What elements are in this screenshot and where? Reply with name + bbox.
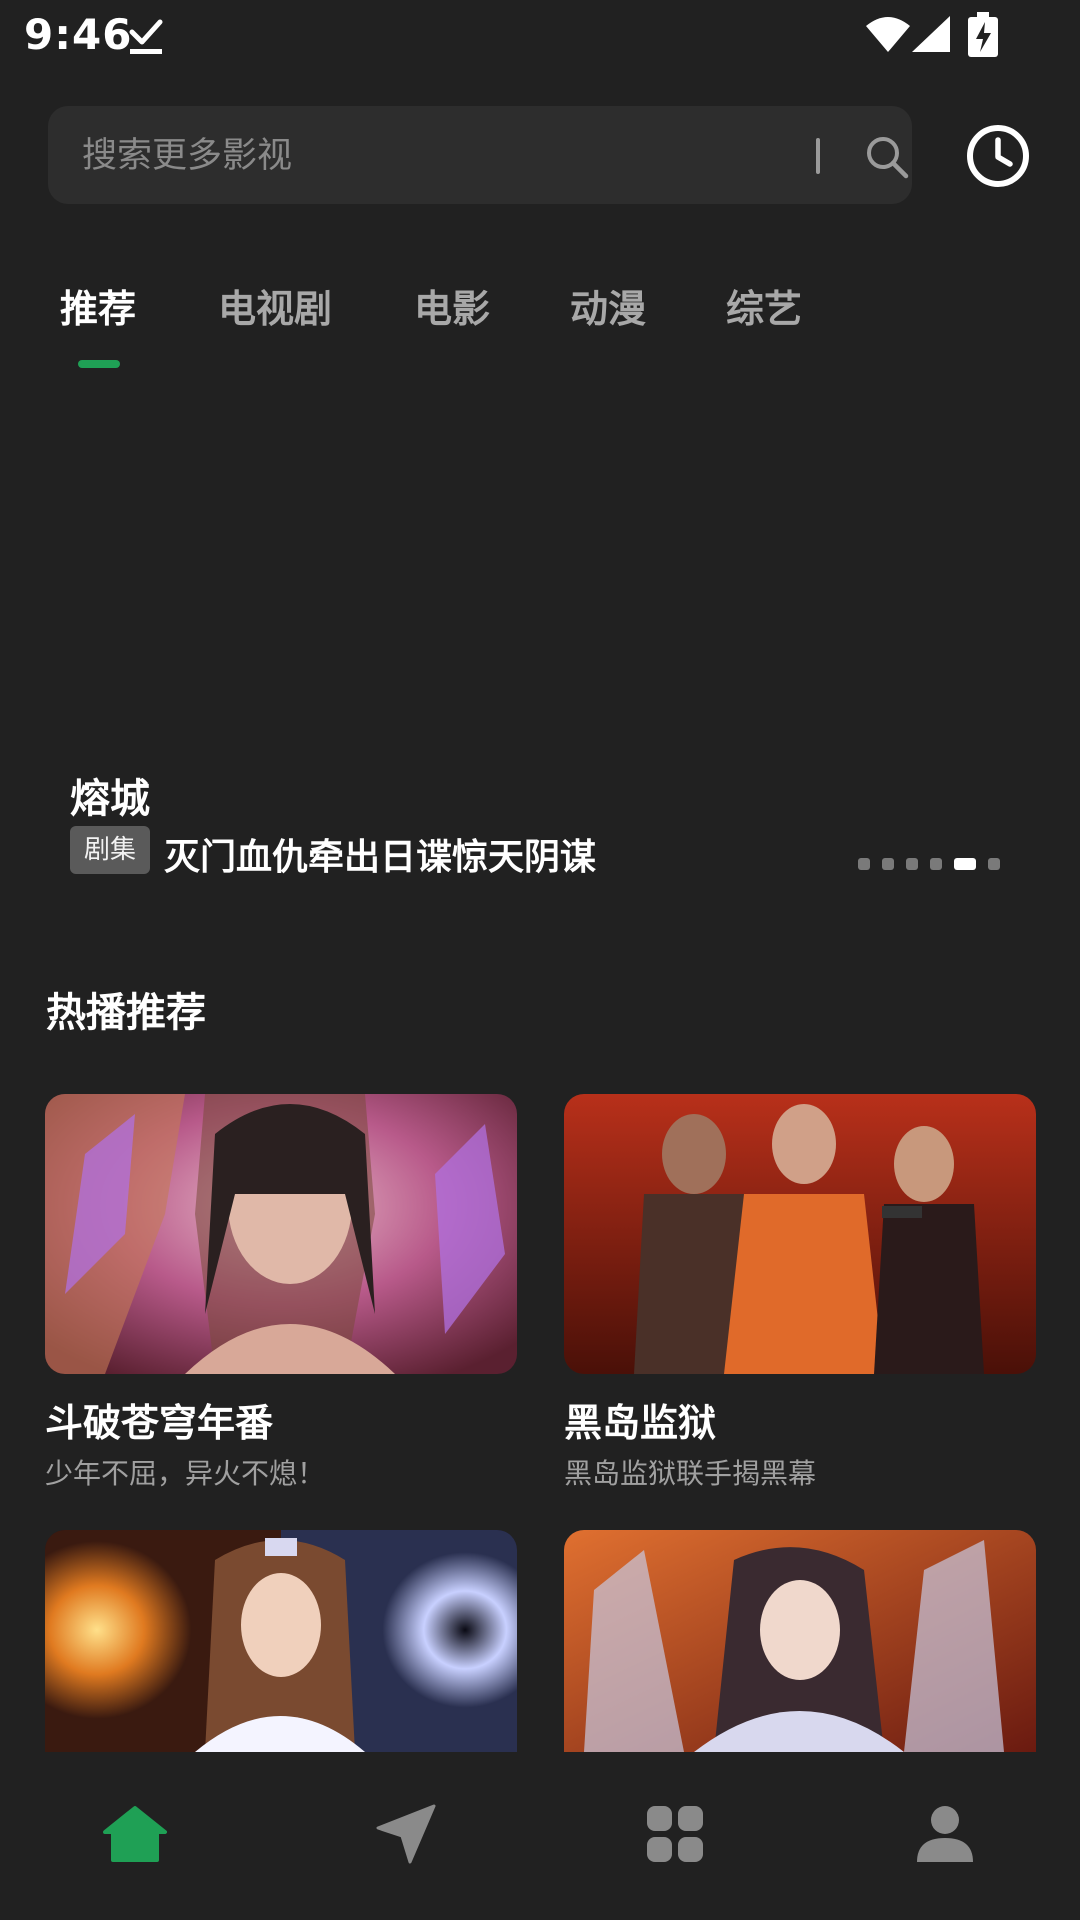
video-poster bbox=[564, 1094, 1036, 1374]
video-poster bbox=[45, 1094, 517, 1374]
signal-icon bbox=[912, 16, 950, 52]
profile-icon[interactable] bbox=[913, 1802, 977, 1866]
video-card[interactable] bbox=[45, 1530, 517, 1752]
tab-tv-series[interactable]: 电视剧 bbox=[218, 278, 332, 333]
tab-recommend[interactable]: 推荐 bbox=[60, 278, 136, 333]
video-poster bbox=[564, 1530, 1036, 1752]
home-icon[interactable] bbox=[103, 1802, 167, 1866]
home-screen: 9:46 推荐 电视剧 电影 动漫 综艺 bbox=[0, 0, 1080, 1920]
tab-variety[interactable]: 综艺 bbox=[726, 278, 802, 333]
send-icon[interactable] bbox=[374, 1802, 438, 1866]
search-input[interactable] bbox=[82, 130, 762, 182]
wifi-icon bbox=[866, 17, 910, 52]
banner-dot bbox=[988, 858, 1000, 870]
text-cursor bbox=[816, 138, 820, 174]
video-card[interactable]: 黑岛监狱 黑岛监狱联手揭黑幕 bbox=[564, 1094, 1036, 1494]
status-time: 9:46 bbox=[24, 10, 133, 59]
featured-banner[interactable]: 熔城 剧集 灭门血仇牵出日谍惊天阴谋 bbox=[0, 380, 1080, 900]
banner-title: 熔城 bbox=[70, 776, 150, 822]
tab-indicator bbox=[78, 360, 120, 368]
download-done-icon bbox=[129, 19, 163, 54]
banner-dot bbox=[882, 858, 894, 870]
banner-dot bbox=[930, 858, 942, 870]
tab-movies[interactable]: 电影 bbox=[414, 278, 490, 333]
banner-type-badge: 剧集 bbox=[70, 826, 151, 874]
history-clock-icon[interactable] bbox=[964, 122, 1032, 190]
banner-dot bbox=[906, 858, 918, 870]
category-tabs: 推荐 电视剧 电影 动漫 综艺 bbox=[0, 270, 1080, 380]
video-card[interactable]: 斗破苍穹年番 少年不屈，异火不熄！ bbox=[45, 1094, 517, 1494]
video-card[interactable] bbox=[564, 1530, 1036, 1752]
banner-dot bbox=[858, 858, 870, 870]
banner-dot-active bbox=[954, 858, 976, 870]
tab-anime[interactable]: 动漫 bbox=[570, 278, 646, 333]
video-title: 斗破苍穹年番 bbox=[45, 1401, 274, 1445]
battery-charging-icon bbox=[968, 12, 998, 57]
status-bar: 9:46 bbox=[0, 0, 1080, 72]
banner-description: 灭门血仇牵出日谍惊天阴谋 bbox=[164, 837, 597, 878]
video-title: 黑岛监狱 bbox=[564, 1401, 717, 1445]
search-bar[interactable] bbox=[48, 106, 912, 204]
section-title: 热播推荐 bbox=[46, 990, 206, 1036]
search-icon[interactable] bbox=[864, 134, 910, 180]
apps-icon[interactable] bbox=[643, 1802, 707, 1866]
video-poster bbox=[45, 1530, 517, 1752]
video-subtitle: 少年不屈，异火不熄！ bbox=[45, 1457, 326, 1490]
video-subtitle: 黑岛监狱联手揭黑幕 bbox=[564, 1457, 817, 1490]
bottom-navigation bbox=[0, 1752, 1080, 1920]
